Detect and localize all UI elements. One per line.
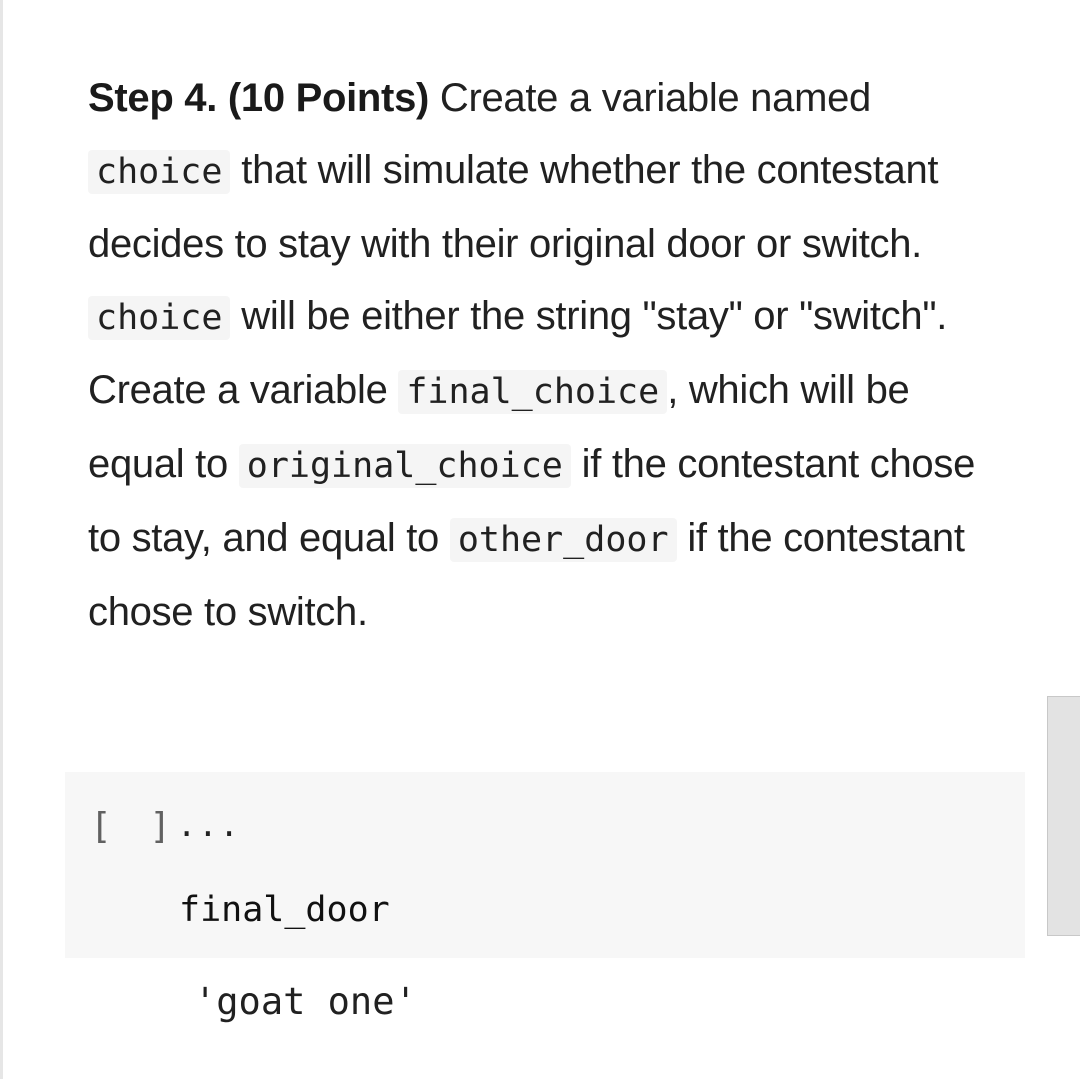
inline-code-choice: choice [88, 150, 231, 194]
code-editor[interactable]: final_door [179, 890, 390, 930]
inline-code-choice: choice [88, 296, 231, 340]
scrollbar-thumb[interactable] [1047, 696, 1080, 936]
inline-code-final-choice: final_choice [398, 370, 668, 414]
cell-output: 'goat one' [194, 980, 417, 1023]
inline-code-other-door: other_door [449, 518, 677, 562]
markdown-cell: Step 4. (10 Points) Create a variable na… [88, 62, 1008, 648]
instruction-text: Create a variable named [429, 76, 871, 120]
cell-left-border [0, 0, 3, 1079]
step-label: Step 4. (10 Points) [88, 76, 430, 120]
code-cell[interactable] [65, 772, 1025, 958]
inline-code-original-choice: original_choice [238, 444, 571, 488]
run-cell-button[interactable]: [ ] [90, 806, 179, 847]
more-options-icon[interactable]: ... [177, 806, 241, 844]
